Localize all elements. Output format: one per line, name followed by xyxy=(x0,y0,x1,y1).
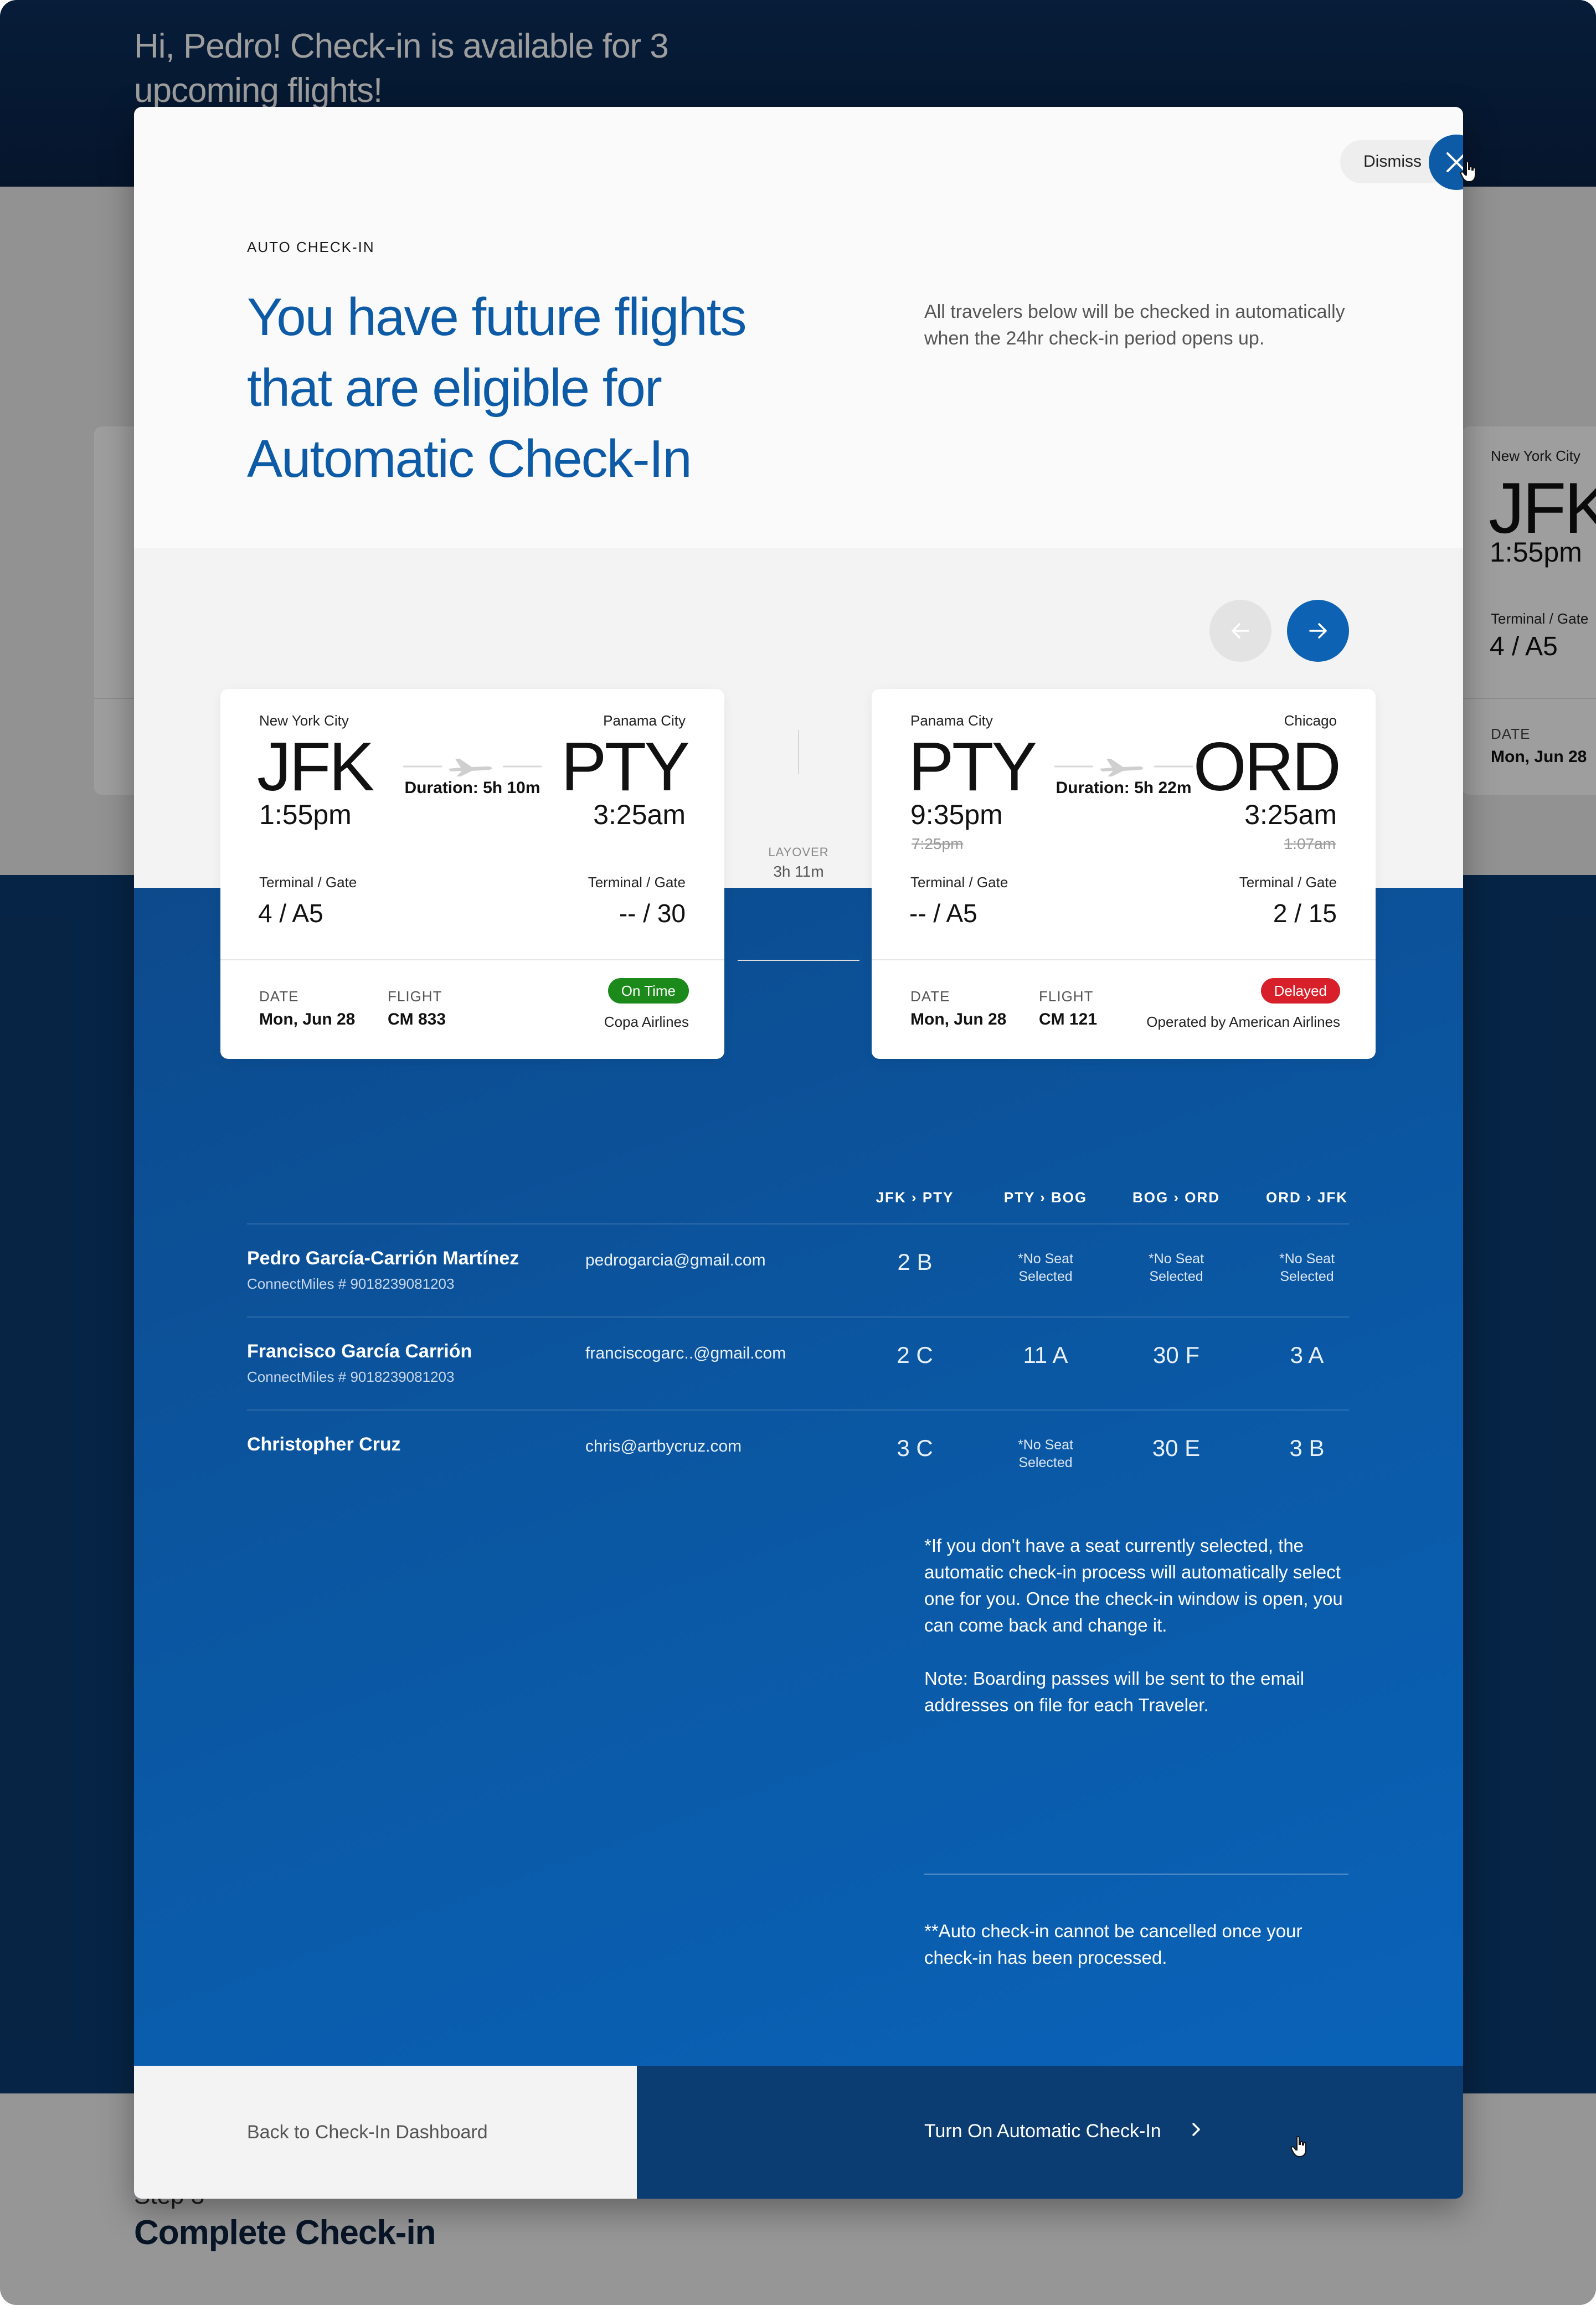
connectmiles-value: 9018239081203 xyxy=(350,1368,455,1385)
date-label: DATE xyxy=(259,988,299,1005)
dismiss-label[interactable]: Dismiss xyxy=(1363,152,1422,171)
layover-label: LAYOVER xyxy=(768,845,829,859)
next-button[interactable] xyxy=(1287,600,1349,662)
seat-cell[interactable]: *No Seat Selected xyxy=(1004,1250,1087,1285)
origin-code: JFK xyxy=(257,729,374,805)
flight-card: Panama City Chicago PTY ORD Duration: 5h… xyxy=(872,689,1376,1059)
app-window: Hi, Pedro! Check-in is available for 3 u… xyxy=(0,0,1596,2305)
leg-header: BOG › ORD xyxy=(1132,1189,1221,1206)
flight-number-label: FLIGHT xyxy=(1039,988,1094,1005)
original-arrival-time: 1:07am xyxy=(1284,835,1336,852)
seat-cell[interactable]: *No Seat Selected xyxy=(1004,1436,1087,1472)
flight-number-label: FLIGHT xyxy=(388,988,442,1005)
row-divider xyxy=(247,1316,1349,1318)
turn-on-auto-checkin-label[interactable]: Turn On Automatic Check-In xyxy=(924,2121,1161,2142)
row-divider xyxy=(247,1223,1349,1224)
date-label: DATE xyxy=(910,988,950,1005)
passenger-email: pedrogarcia@gmail.com xyxy=(585,1251,766,1269)
intro-text: All travelers below will be checked in a… xyxy=(924,301,1345,349)
layover-divider xyxy=(738,960,859,961)
destination-terminal-gate-label: Terminal / Gate xyxy=(588,874,686,891)
seat-cell[interactable]: 2 C xyxy=(850,1342,980,1368)
seat-cell[interactable]: 3 B xyxy=(1242,1435,1372,1462)
connectmiles-number: ConnectMiles # 9018239081203 xyxy=(247,1368,454,1386)
leg-header: PTY › BOG xyxy=(1003,1189,1088,1206)
origin-terminal-gate: 4 / A5 xyxy=(258,899,323,928)
departure-time: 1:55pm xyxy=(259,799,352,830)
seat-cell[interactable]: 2 B xyxy=(850,1249,980,1275)
seat-cell[interactable]: 3 C xyxy=(850,1435,980,1462)
destination-terminal-gate: 2 / 15 xyxy=(1273,899,1337,928)
flight-number: CM 833 xyxy=(388,1010,446,1028)
connectmiles-number: ConnectMiles # 9018239081203 xyxy=(247,1275,454,1293)
leg-header: ORD › JFK xyxy=(1266,1189,1348,1206)
row-divider xyxy=(247,1409,1349,1411)
auto-checkin-modal: Dismiss AUTO CHECK-IN You have future fl… xyxy=(134,107,1463,2199)
connectmiles-label: ConnectMiles # xyxy=(247,1368,347,1385)
back-button-label[interactable]: Back to Check-In Dashboard xyxy=(247,2122,488,2143)
arrow-left-icon xyxy=(1232,623,1249,639)
flight-number: CM 121 xyxy=(1039,1010,1098,1028)
seat-note: *If you don't have a seat currently sele… xyxy=(924,1535,1343,1635)
layover-time: 3h 11m xyxy=(773,863,824,880)
chevron-right-icon xyxy=(1192,2123,1200,2136)
flight-duration: Duration: 5h 22m xyxy=(1056,779,1192,797)
layover: LAYOVER 3h 11m xyxy=(738,730,859,880)
origin-terminal-gate-label: Terminal / Gate xyxy=(910,874,1008,891)
origin-terminal-gate: -- / A5 xyxy=(909,899,977,928)
arrow-right-icon xyxy=(1309,623,1327,639)
airplane-icon xyxy=(403,759,542,776)
origin-code: PTY xyxy=(908,729,1037,805)
status-badge: On Time xyxy=(607,978,689,1004)
destination-code: ORD xyxy=(1193,729,1341,805)
flight-card: New York City Panama City JFK PTY Durati… xyxy=(220,689,724,1059)
passenger-name: Christopher Cruz xyxy=(247,1434,401,1455)
flight-date: Mon, Jun 28 xyxy=(910,1010,1007,1028)
destination-terminal-gate: -- / 30 xyxy=(619,899,686,928)
operator: Operated by American Airlines xyxy=(1146,1013,1340,1030)
passenger-name: Pedro García-Carrión Martínez xyxy=(247,1248,519,1269)
operator: Copa Airlines xyxy=(604,1013,689,1030)
seat-cell[interactable]: 30 F xyxy=(1111,1342,1242,1368)
airplane-icon xyxy=(1054,759,1193,776)
connectmiles-value: 9018239081203 xyxy=(350,1275,455,1292)
flight-duration: Duration: 5h 10m xyxy=(404,779,540,797)
modal-title: You have future flights that are eligibl… xyxy=(247,287,746,488)
previous-button[interactable] xyxy=(1209,600,1271,662)
flight-date: Mon, Jun 28 xyxy=(259,1010,356,1028)
eyebrow: AUTO CHECK-IN xyxy=(247,239,375,255)
seat-cell[interactable]: *No Seat Selected xyxy=(1135,1250,1218,1285)
note-divider xyxy=(924,1874,1348,1875)
seat-cell[interactable]: 30 E xyxy=(1111,1435,1242,1462)
passenger-email: franciscogarc..@gmail.com xyxy=(585,1344,786,1362)
destination-code: PTY xyxy=(560,729,690,805)
departure-time: 9:35pm xyxy=(910,799,1003,830)
status-badge: Delayed xyxy=(1260,978,1340,1004)
cancel-note: **Auto check-in cannot be cancelled once… xyxy=(924,1921,1302,1968)
passenger-email: chris@artbycruz.com xyxy=(585,1437,742,1455)
destination-terminal-gate-label: Terminal / Gate xyxy=(1239,874,1337,891)
original-departure-time: 7:25pm xyxy=(912,835,964,852)
hand-cursor-icon xyxy=(1460,161,1476,183)
connectmiles-label: ConnectMiles # xyxy=(247,1275,347,1292)
boarding-pass-note: Note: Boarding passes will be sent to th… xyxy=(924,1668,1305,1715)
arrival-time: 3:25am xyxy=(593,799,686,830)
seat-cell[interactable]: 11 A xyxy=(980,1342,1111,1368)
seat-cell[interactable]: 3 A xyxy=(1242,1342,1372,1368)
hand-cursor-icon xyxy=(1290,2136,1306,2158)
leg-header: JFK › PTY xyxy=(876,1189,954,1206)
layover-connector xyxy=(798,730,799,774)
passenger-name: Francisco García Carrión xyxy=(247,1341,472,1362)
origin-terminal-gate-label: Terminal / Gate xyxy=(259,874,357,891)
arrival-time: 3:25am xyxy=(1244,799,1337,830)
seat-cell[interactable]: *No Seat Selected xyxy=(1265,1250,1348,1285)
card-divider xyxy=(872,959,1376,960)
card-divider xyxy=(220,959,724,960)
